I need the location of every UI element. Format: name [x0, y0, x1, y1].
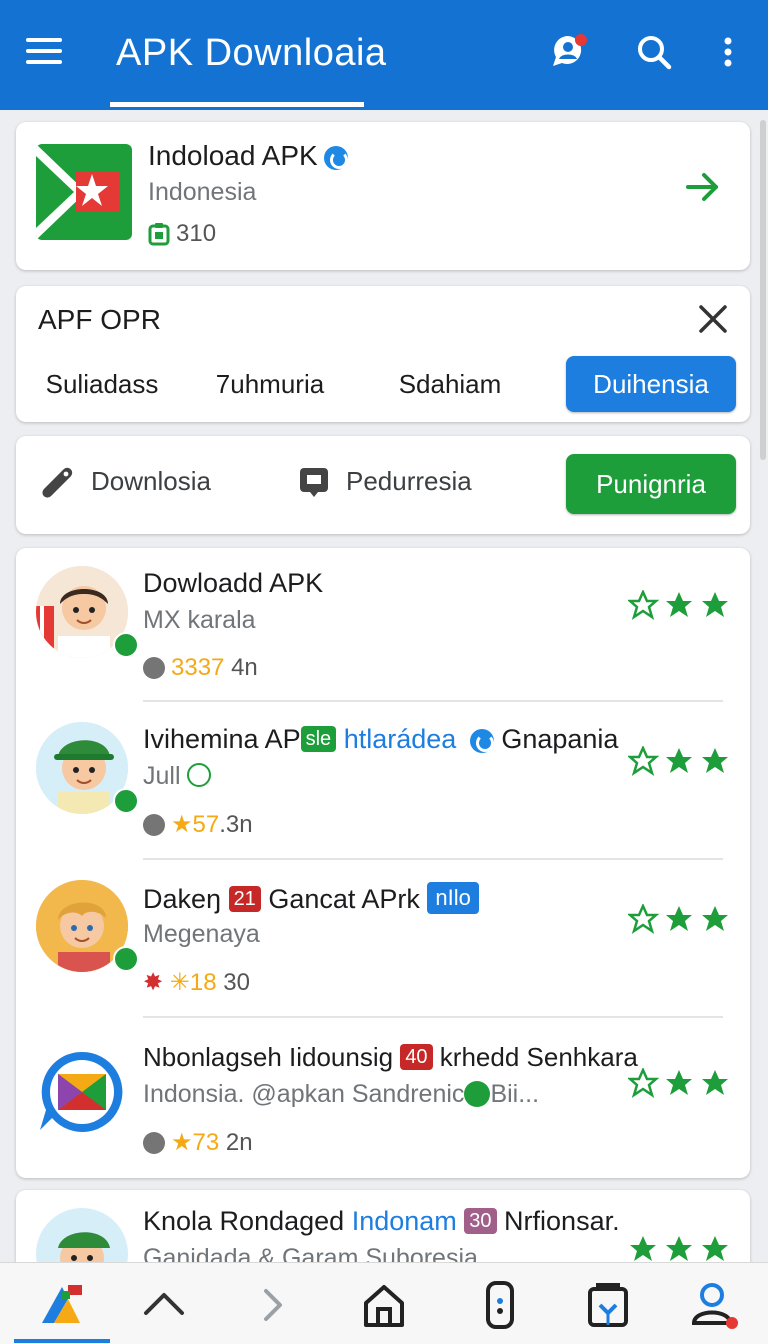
app-subtitle: Jull — [143, 762, 212, 791]
featured-app-count: 310 — [176, 220, 217, 247]
app-title: APK Downloaia — [116, 32, 387, 74]
rating-stars-icon — [628, 1068, 728, 1098]
app-meta: ★73 2n — [143, 1128, 253, 1157]
list-item[interactable]: Nbonlagseh Iidounsig 40 krhedd Senhkara … — [16, 1020, 750, 1178]
user-avatar-icon — [143, 814, 165, 836]
play-store-icon[interactable] — [36, 1279, 88, 1331]
list-item[interactable]: Ivihemina AP sle htlarádea Gnapania Jull … — [16, 704, 750, 862]
category-row: Downlosia Pedurresia Punignria — [16, 436, 750, 534]
chevron-right-icon[interactable] — [246, 1279, 298, 1331]
featured-app-subtitle: Indonesia — [148, 178, 257, 206]
verified-badge-icon — [113, 788, 139, 814]
featured-app-name: Indoload APK — [148, 140, 348, 172]
scrollbar[interactable] — [760, 120, 766, 460]
category-pedurresia[interactable]: Pedurresia — [346, 466, 472, 497]
category-action-button[interactable]: Punignria — [566, 454, 736, 514]
filter-title: APF OPR — [38, 304, 161, 335]
play-store-chat-icon — [36, 1046, 128, 1138]
rating-stars-icon — [628, 904, 728, 934]
category-downloads[interactable]: Downlosia — [91, 466, 211, 497]
app-tag: 40 — [400, 1044, 433, 1070]
overflow-menu-icon[interactable] — [708, 32, 748, 72]
hamburger-menu-icon[interactable] — [26, 38, 62, 66]
bottom-navigation — [0, 1262, 768, 1344]
title-underline — [110, 102, 364, 107]
emoji-icon — [464, 1081, 491, 1107]
divider — [143, 858, 723, 860]
phone-icon[interactable] — [474, 1279, 526, 1331]
app-subtitle: Indonsia. @apkan Sandrenic Bii... — [143, 1080, 540, 1108]
chevron-up-icon[interactable] — [138, 1279, 190, 1331]
rating-stars-icon — [630, 1236, 728, 1261]
app-meta: ★57.3n — [143, 810, 253, 839]
app-count-icon — [148, 223, 170, 246]
filter-chip[interactable]: Suliadass — [30, 356, 174, 412]
app-subtitle: MX karala — [143, 606, 256, 634]
filter-chip[interactable]: 7uhmuria — [200, 356, 340, 412]
app-tag: sle — [300, 726, 337, 752]
featured-app-card[interactable]: Indoload APK Indonesia 310 — [16, 122, 750, 270]
profile-icon[interactable] — [688, 1279, 740, 1331]
verified-badge-icon — [323, 145, 348, 170]
app-name: Ivihemina AP sle htlarádea Gnapania — [143, 724, 619, 754]
app-name: Knola Rondaged Indonam 30 Nrfionsar. — [143, 1206, 620, 1236]
rating-stars-icon — [628, 746, 728, 776]
app-name: Nbonlagseh Iidounsig 40 krhedd Senhkara — [143, 1042, 638, 1072]
divider — [143, 700, 723, 702]
search-icon[interactable] — [634, 32, 674, 72]
close-icon[interactable] — [696, 302, 730, 336]
verified-badge-icon — [113, 946, 139, 972]
app-flag-logo — [36, 144, 132, 240]
filter-card: APF OPR Suliadass 7uhmuria Sdahiam Duihe… — [16, 286, 750, 422]
divider — [143, 1016, 723, 1018]
list-item[interactable]: Dowloadd APK MX karala 3337 4n — [16, 548, 750, 706]
app-meta: ✸ ✳18 30 — [143, 969, 250, 996]
app-subtitle: Megenaya — [143, 920, 260, 948]
app-meta: 3337 4n — [143, 654, 258, 682]
user-avatar-icon — [143, 657, 165, 679]
app-bar: APK Downloaia — [0, 0, 768, 110]
filter-chip-selected[interactable]: Duihensia — [566, 356, 736, 412]
list-item[interactable]: Dakeŋ 21 Gancat APrk nIlo Megenaya ✸ ✳18… — [16, 862, 750, 1020]
app-tag: 21 — [228, 886, 261, 912]
download-icon[interactable] — [582, 1279, 634, 1331]
verified-badge-icon — [469, 728, 494, 753]
wrench-icon — [42, 467, 73, 498]
arrow-right-icon[interactable] — [684, 170, 722, 204]
download-circle-icon — [187, 763, 212, 787]
rating-stars-icon — [628, 590, 728, 620]
app-tag: 30 — [464, 1208, 497, 1234]
app-list: Dowloadd APK MX karala 3337 4n Ivihemina… — [16, 548, 750, 1178]
filter-chip[interactable]: Sdahiam — [380, 356, 520, 412]
chat-box-icon — [300, 468, 328, 497]
user-avatar-icon — [143, 1132, 165, 1154]
notification-icon[interactable] — [548, 32, 588, 72]
app-tag: nIlo — [427, 882, 479, 914]
app-name: Dowloadd APK — [143, 568, 324, 598]
app-name: Dakeŋ 21 Gancat APrk nIlo — [143, 882, 479, 915]
active-tab-indicator — [14, 1339, 110, 1343]
verified-badge-icon — [113, 632, 139, 658]
home-icon[interactable] — [358, 1279, 410, 1331]
